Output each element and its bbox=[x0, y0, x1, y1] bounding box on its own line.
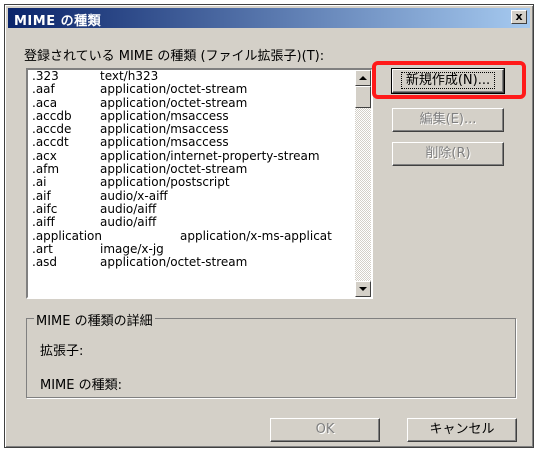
arrow-up-icon bbox=[359, 75, 367, 80]
list-row-mime-type: text/h323 bbox=[100, 70, 159, 83]
list-row-mime-type: application/octet-stream bbox=[100, 162, 248, 177]
list-row-mime-type: image/x-jg bbox=[100, 241, 164, 256]
list-row-mime-type: audio/x-aiff bbox=[100, 188, 168, 203]
delete-button-label: 削除(R) bbox=[425, 146, 471, 161]
list-row-mime-type: audio/aiff bbox=[100, 201, 157, 216]
cancel-button[interactable]: キャンセル bbox=[407, 418, 517, 442]
list-row-extension: .aifc bbox=[32, 201, 58, 216]
list-row[interactable]: .art image/x-jg bbox=[28, 241, 355, 256]
list-row-mime-type: application/msaccess bbox=[100, 122, 229, 137]
window-title: MIME の種類 bbox=[14, 14, 102, 29]
list-row-extension: .ai bbox=[32, 175, 47, 190]
list-row-extension: .aiff bbox=[32, 215, 55, 230]
list-row[interactable]: .ai application/postscript bbox=[28, 176, 355, 189]
list-row[interactable]: .aif audio/x-aiff bbox=[28, 188, 355, 203]
close-button[interactable]: x bbox=[511, 10, 527, 24]
list-row[interactable]: .application application/x-ms-applicat bbox=[28, 228, 355, 243]
extension-label: 拡張子: bbox=[40, 344, 84, 359]
mime-list-rows: .323 text/h323 .aaf application/octet-strea… bbox=[28, 70, 355, 297]
list-row-mime-type: audio/aiff bbox=[100, 215, 157, 230]
list-row-extension: .323 bbox=[32, 70, 59, 83]
list-row-mime-type: application/octet-stream bbox=[100, 255, 248, 270]
mime-list-label: 登録されている MIME の種類 (ファイル拡張子)(T): bbox=[24, 49, 325, 64]
title-bar[interactable]: MIME の種類 x bbox=[8, 8, 530, 29]
list-row[interactable]: .accde application/msaccess bbox=[28, 123, 355, 136]
scroll-thumb[interactable] bbox=[355, 86, 371, 108]
list-row[interactable]: .accdt application/msaccess bbox=[28, 136, 355, 149]
highlight-frame bbox=[372, 61, 526, 99]
ok-button-label: OK bbox=[315, 422, 335, 437]
edit-button-label: 編集(E)... bbox=[419, 112, 477, 127]
list-row-extension: .asd bbox=[32, 255, 58, 270]
list-row-mime-type: application/postscript bbox=[100, 175, 230, 190]
list-row-extension: .accde bbox=[32, 122, 72, 137]
mime-details-title: MIME の種類の詳細 bbox=[34, 310, 155, 329]
list-row-mime-type: application/msaccess bbox=[100, 108, 229, 123]
list-row-mime-type: application/octet-stream bbox=[100, 95, 248, 110]
list-row[interactable]: .aifc audio/aiff bbox=[28, 201, 355, 216]
list-row-mime-type: application/x-ms-applicat bbox=[180, 228, 332, 243]
edit-button[interactable]: 編集(E)... bbox=[392, 108, 504, 132]
list-row-mime-type: application/msaccess bbox=[100, 135, 229, 150]
list-row[interactable]: .asd application/octet-stream bbox=[28, 256, 355, 269]
list-row[interactable]: .afm application/octet-stream bbox=[28, 163, 355, 176]
list-row[interactable]: .aca application/octet-stream bbox=[28, 95, 355, 110]
list-row-extension: .acx bbox=[32, 148, 57, 163]
list-row-mime-type: application/octet-stream bbox=[100, 82, 248, 97]
mime-type-label: MIME の種類: bbox=[40, 378, 122, 393]
list-row-mime-type: application/internet-property-stream bbox=[100, 148, 320, 163]
delete-button[interactable]: 削除(R) bbox=[392, 142, 504, 166]
list-row[interactable]: .323 text/h323 bbox=[28, 70, 355, 83]
list-row-extension: .aif bbox=[32, 188, 51, 203]
scroll-up-button[interactable] bbox=[355, 70, 371, 86]
list-row-extension: .accdt bbox=[32, 135, 69, 150]
list-row[interactable]: .acx application/internet-property-stream bbox=[28, 148, 355, 163]
cancel-button-label: キャンセル bbox=[429, 422, 495, 437]
list-row[interactable]: .accdb application/msaccess bbox=[28, 108, 355, 123]
scroll-down-button[interactable] bbox=[355, 281, 371, 297]
ok-button[interactable]: OK bbox=[270, 418, 380, 442]
arrow-down-icon bbox=[359, 286, 367, 291]
list-row-extension: .art bbox=[32, 241, 53, 256]
mime-types-listbox[interactable]: .323 text/h323 .aaf application/octet-strea… bbox=[26, 68, 373, 299]
list-row[interactable]: .aaf application/octet-stream bbox=[28, 83, 355, 96]
vertical-scrollbar[interactable] bbox=[355, 70, 371, 297]
list-row-extension: .aca bbox=[32, 95, 58, 110]
list-row-extension: .afm bbox=[32, 162, 60, 177]
close-icon: x bbox=[515, 10, 523, 23]
list-row-extension: .application bbox=[32, 228, 103, 243]
list-row-extension: .aaf bbox=[32, 82, 55, 97]
list-row-extension: .accdb bbox=[32, 108, 72, 123]
list-row[interactable]: .aiff audio/aiff bbox=[28, 216, 355, 229]
